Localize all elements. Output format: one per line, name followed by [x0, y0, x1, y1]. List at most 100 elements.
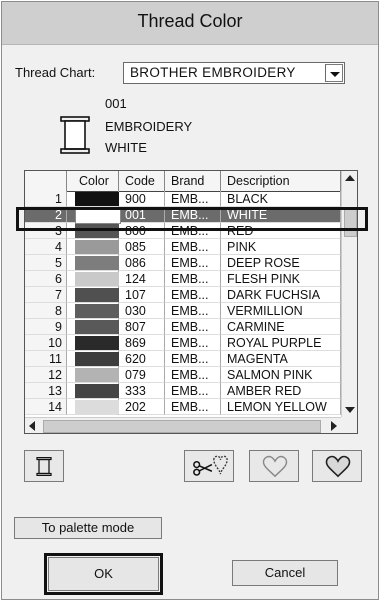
row-number: 6	[25, 271, 67, 287]
color-swatch	[75, 304, 119, 318]
description-cell: BLACK	[221, 191, 341, 207]
cancel-button[interactable]: Cancel	[232, 560, 338, 586]
description-cell: FLESH PINK	[221, 271, 341, 287]
description-cell: SALMON PINK	[221, 367, 341, 383]
brand-cell: EMB...	[165, 319, 221, 335]
code-cell: 202	[119, 399, 165, 415]
horizontal-scrollbar[interactable]	[25, 417, 341, 433]
brand-cell: EMB...	[165, 223, 221, 239]
hscroll-thumb[interactable]	[43, 420, 321, 433]
description-cell: MAGENTA	[221, 351, 341, 367]
table-row[interactable]: 13 333 EMB... AMBER RED	[25, 383, 341, 399]
color-swatch	[75, 256, 119, 270]
to-palette-mode-button[interactable]: To palette mode	[14, 517, 162, 539]
description-cell: VERMILLION	[221, 303, 341, 319]
scroll-left-icon[interactable]	[29, 421, 35, 431]
description-cell: CARMINE	[221, 319, 341, 335]
header-brand[interactable]: Brand	[165, 171, 221, 191]
header-color[interactable]: Color	[67, 171, 119, 191]
brand-cell: EMB...	[165, 271, 221, 287]
header-description[interactable]: Description	[221, 171, 341, 191]
cut-heart-button[interactable]	[184, 450, 234, 482]
selected-description: WHITE	[105, 140, 147, 155]
scroll-right-icon[interactable]	[331, 421, 337, 431]
table-row[interactable]: 9 807 EMB... CARMINE	[25, 319, 341, 335]
scroll-up-icon[interactable]	[345, 175, 355, 181]
color-swatch	[75, 384, 119, 398]
code-cell: 030	[119, 303, 165, 319]
row-number: 7	[25, 287, 67, 303]
header-code[interactable]: Code	[119, 171, 165, 191]
spool-button[interactable]	[24, 450, 64, 482]
description-cell: DEEP ROSE	[221, 255, 341, 271]
thread-table: Color Code Brand Description 1 900 EMB... B…	[24, 170, 358, 434]
table-row[interactable]: 14 202 EMB... LEMON YELLOW	[25, 399, 341, 415]
row-number: 11	[25, 351, 67, 367]
code-cell: 620	[119, 351, 165, 367]
ok-button[interactable]: OK	[48, 557, 159, 591]
row-number: 10	[25, 335, 67, 351]
header-num	[25, 171, 67, 191]
code-cell: 124	[119, 271, 165, 287]
vertical-scrollbar[interactable]	[341, 171, 357, 417]
scroll-thumb[interactable]	[344, 209, 357, 237]
row-number: 3	[25, 223, 67, 239]
description-cell: WHITE	[221, 207, 341, 223]
spool-icon	[60, 116, 90, 154]
table-row[interactable]: 5 086 EMB... DEEP ROSE	[25, 255, 341, 271]
code-cell: 079	[119, 367, 165, 383]
chevron-down-icon[interactable]	[325, 64, 343, 82]
brand-cell: EMB...	[165, 207, 221, 223]
code-cell: 800	[119, 223, 165, 239]
description-cell: PINK	[221, 239, 341, 255]
brand-cell: EMB...	[165, 399, 221, 415]
table-row[interactable]: 7 107 EMB... DARK FUCHSIA	[25, 287, 341, 303]
description-cell: DARK FUCHSIA	[221, 287, 341, 303]
code-cell: 107	[119, 287, 165, 303]
color-swatch	[75, 192, 119, 206]
table-row[interactable]: 2 001 EMB... WHITE	[25, 207, 341, 224]
heart-outline-icon	[262, 455, 288, 478]
scroll-down-icon[interactable]	[345, 407, 355, 413]
brand-cell: EMB...	[165, 255, 221, 271]
color-swatch	[75, 240, 119, 254]
table-row[interactable]: 1 900 EMB... BLACK	[25, 191, 341, 207]
code-cell: 807	[119, 319, 165, 335]
color-swatch	[75, 400, 119, 414]
description-cell: LEMON YELLOW	[221, 399, 341, 415]
title-bar: Thread Color	[2, 2, 378, 45]
table-row[interactable]: 11 620 EMB... MAGENTA	[25, 351, 341, 367]
row-number: 12	[25, 367, 67, 383]
table-row[interactable]: 12 079 EMB... SALMON PINK	[25, 367, 341, 383]
table-header: Color Code Brand Description	[25, 171, 341, 192]
heart-outline-button[interactable]	[249, 450, 299, 482]
brand-cell: EMB...	[165, 239, 221, 255]
brand-cell: EMB...	[165, 191, 221, 207]
thread-chart-select[interactable]: BROTHER EMBROIDERY	[123, 62, 345, 84]
brand-cell: EMB...	[165, 335, 221, 351]
color-swatch	[75, 224, 119, 238]
code-cell: 085	[119, 239, 165, 255]
code-cell: 333	[119, 383, 165, 399]
table-row[interactable]: 3 800 EMB... RED	[25, 223, 341, 239]
table-row[interactable]: 8 030 EMB... VERMILLION	[25, 303, 341, 319]
thread-color-dialog: Thread Color Thread Chart: BROTHER EMBRO…	[1, 1, 379, 600]
scroll-corner	[341, 417, 357, 433]
row-number: 9	[25, 319, 67, 335]
color-swatch	[75, 320, 119, 334]
row-number: 5	[25, 255, 67, 271]
row-number: 2	[25, 207, 67, 223]
dialog-title: Thread Color	[137, 11, 243, 31]
table-row[interactable]: 4 085 EMB... PINK	[25, 239, 341, 255]
color-swatch	[75, 352, 119, 366]
brand-cell: EMB...	[165, 287, 221, 303]
spool-icon	[36, 457, 52, 476]
code-cell: 086	[119, 255, 165, 271]
table-row[interactable]: 6 124 EMB... FLESH PINK	[25, 271, 341, 287]
selected-brand: EMBROIDERY	[105, 119, 193, 134]
table-row[interactable]: 10 869 EMB... ROYAL PURPLE	[25, 335, 341, 351]
brand-cell: EMB...	[165, 367, 221, 383]
heart-button[interactable]	[312, 450, 362, 482]
code-cell: 869	[119, 335, 165, 351]
selected-code: 001	[105, 96, 127, 111]
